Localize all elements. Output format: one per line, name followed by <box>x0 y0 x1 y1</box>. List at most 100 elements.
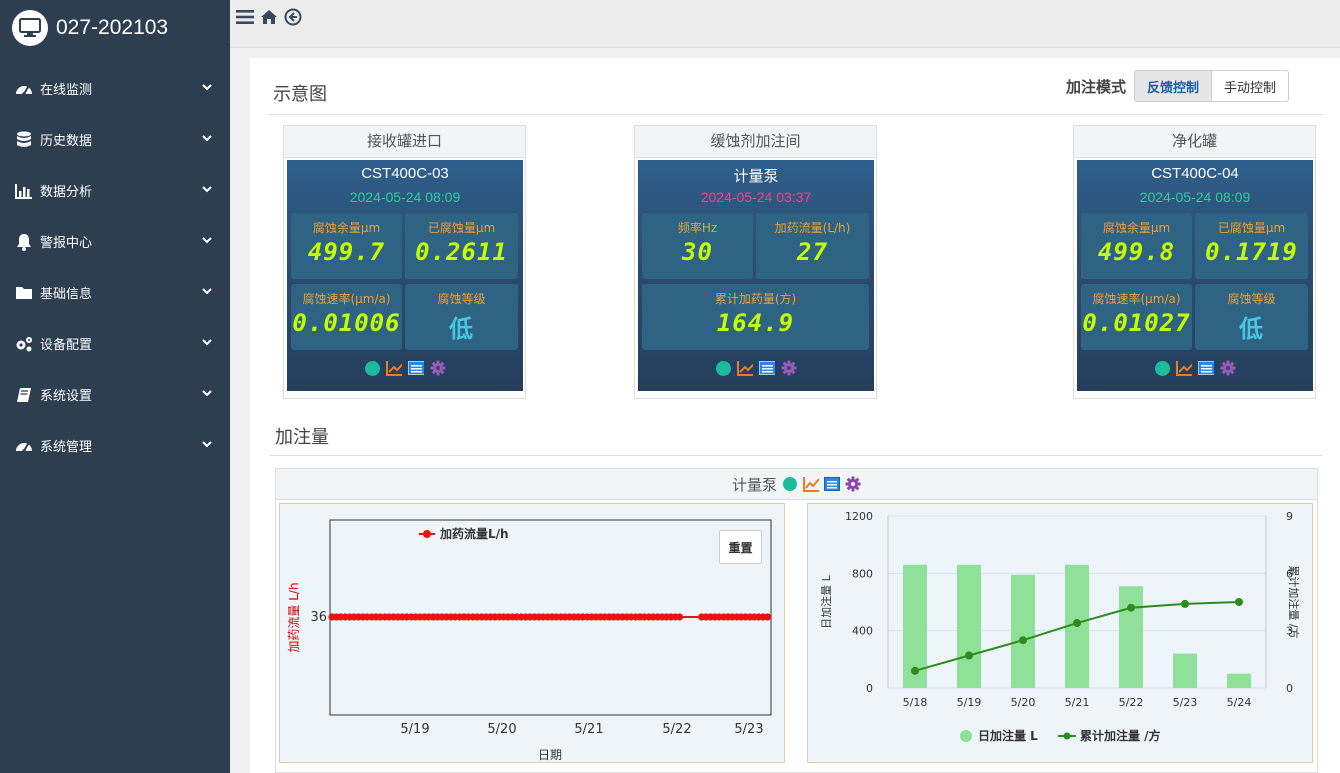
manual-control-button[interactable]: 手动控制 <box>1212 70 1290 102</box>
back-icon[interactable] <box>284 8 302 26</box>
metric-label: 腐蚀等级 <box>1227 292 1276 306</box>
settings-gear-icon[interactable] <box>845 476 861 492</box>
database-icon <box>14 131 34 149</box>
list-icon[interactable] <box>1198 360 1214 376</box>
list-icon[interactable] <box>759 360 775 376</box>
metric-value: 499.7 <box>307 238 386 266</box>
chevron-down-icon <box>202 83 212 94</box>
list-icon[interactable] <box>824 476 840 492</box>
chart-header: 计量泵 <box>276 469 1317 500</box>
metric-label: 腐蚀余量μm <box>1102 221 1171 235</box>
y2-axis-label: 累计加注量 /方 <box>1287 565 1301 638</box>
sidebar-item-7[interactable]: 系统管理 <box>0 420 230 471</box>
home-icon[interactable] <box>260 8 278 26</box>
dashboard-icon <box>14 437 34 455</box>
legend-marker <box>1063 732 1071 740</box>
y-axis-label: 加药流量 L/h <box>287 582 301 652</box>
sidebar-item-1[interactable]: 历史数据 <box>0 114 230 165</box>
trend-chart-icon[interactable] <box>1176 360 1192 376</box>
metric-value: 164.9 <box>716 309 795 337</box>
metric-cell: 腐蚀速率(μm/a) 0.01006 <box>291 284 402 350</box>
metric-label: 加药流量(L/h) <box>774 221 851 235</box>
y-axis-label: 日加注量 L <box>819 574 833 628</box>
bell-icon <box>14 233 34 251</box>
x-tick-label: 5/23 <box>1173 696 1198 709</box>
sidebar-item-label: 在线监测 <box>40 83 93 98</box>
bar <box>1119 586 1143 688</box>
device-card: CST400C-03 2024-05-24 08:09 腐蚀余量μm 499.7 已腐蚀… <box>287 160 523 391</box>
metric-cell: 腐蚀余量μm 499.7 <box>291 213 402 279</box>
device-actions <box>287 360 523 376</box>
bar <box>1173 653 1197 688</box>
sidebar: 027-202103 在线监测历史数据 数据分析警报中心基础信息设备配置系统设置系… <box>0 0 230 773</box>
app-title: 027-202103 <box>56 16 169 39</box>
metric-value: 499.8 <box>1097 238 1176 266</box>
flow-line-chart: 加药流量L/h 36 加药流量 L/h 5/19 5/20 5/21 5/22 5/23 日期 <box>287 519 772 762</box>
menu-toggle-icon[interactable] <box>236 8 254 26</box>
device-panel-2: 净化罐 CST400C-04 2024-05-24 08:09 腐蚀余量μm 499.8… <box>1073 125 1316 399</box>
metric-cell: 加药流量(L/h) 27 <box>756 213 869 279</box>
panel-header: 接收罐进口 <box>284 126 525 158</box>
feedback-control-button[interactable]: 反馈控制 <box>1134 70 1213 102</box>
sidebar-item-label: 警报中心 <box>40 236 93 251</box>
x-tick-label: 5/22 <box>1119 696 1144 709</box>
metric-cell: 已腐蚀量μm 0.2611 <box>405 213 518 279</box>
trend-chart-icon[interactable] <box>386 360 402 376</box>
x-tick-label: 5/20 <box>487 722 516 737</box>
sidebar-item-6[interactable]: 系统设置 <box>0 369 230 420</box>
device-name: CST400C-04 <box>1151 165 1239 182</box>
device-actions <box>1077 360 1313 376</box>
settings-gear-icon[interactable] <box>430 360 446 376</box>
sidebar-item-label: 系统管理 <box>40 440 93 455</box>
chevron-down-icon <box>202 185 212 196</box>
top-toolbar <box>230 0 1340 48</box>
cumulative-point <box>1181 599 1189 608</box>
trend-chart-icon[interactable] <box>803 476 819 492</box>
metric-value: 0.1719 <box>1205 238 1298 266</box>
metric-value: 低 <box>449 315 474 343</box>
sidebar-item-0[interactable]: 在线监测 <box>0 63 230 114</box>
trend-chart-icon[interactable] <box>737 360 753 376</box>
x-tick-label: 5/22 <box>662 722 691 737</box>
device-card: 计量泵 2024-05-24 03:37 频率Hz 30 加药流量(L/h) 27 累计加药… <box>638 160 874 391</box>
sidebar-item-4[interactable]: 基础信息 <box>0 267 230 318</box>
device-name: 计量泵 <box>733 168 779 185</box>
sidebar-item-label: 基础信息 <box>40 287 93 302</box>
y2-tick-label: 0 <box>1286 682 1293 695</box>
x-tick-label: 5/21 <box>1065 696 1090 709</box>
status-dot-icon <box>715 360 731 376</box>
sidebar-item-3[interactable]: 警报中心 <box>0 216 230 267</box>
chevron-down-icon <box>202 338 212 349</box>
settings-gear-icon[interactable] <box>1220 360 1236 376</box>
metric-value: 0.2611 <box>415 238 508 266</box>
metric-cell: 已腐蚀量μm 0.1719 <box>1195 213 1308 279</box>
monitor-icon <box>12 10 48 46</box>
reset-zoom-button[interactable]: 重置 <box>719 530 762 564</box>
metric-label: 腐蚀等级 <box>437 292 486 306</box>
chevron-down-icon <box>202 440 212 451</box>
mode-switch: 加注模式 反馈控制 手动控制 <box>1066 70 1290 102</box>
list-icon[interactable] <box>408 360 424 376</box>
metric-label: 腐蚀速率(μm/a) <box>1092 292 1181 306</box>
device-time: 2024-05-24 03:37 <box>700 189 812 205</box>
mode-label: 加注模式 <box>1066 77 1127 96</box>
x-tick-label: 5/19 <box>957 696 982 709</box>
device-panel-0: 接收罐进口 CST400C-03 2024-05-24 08:09 腐蚀余量μm 499… <box>283 125 526 399</box>
metric-label: 腐蚀速率(μm/a) <box>302 292 391 306</box>
y2-tick-label: 9 <box>1286 510 1293 523</box>
sidebar-item-label: 设备配置 <box>40 338 93 353</box>
data-point <box>676 613 684 621</box>
bar <box>957 564 981 688</box>
dashboard-icon <box>14 80 34 98</box>
status-dot-icon <box>1154 360 1170 376</box>
sidebar-item-5[interactable]: 设备配置 <box>0 318 230 369</box>
legend-label: 累计加注量 /方 <box>1080 728 1161 743</box>
metric-value: 0.01027 <box>1082 309 1191 337</box>
metric-label: 腐蚀余量μm <box>312 221 381 235</box>
sidebar-item-2[interactable]: 数据分析 <box>0 165 230 216</box>
dosing-title: 加注量 <box>275 427 329 447</box>
chevron-down-icon <box>202 134 212 145</box>
legend-marker <box>960 730 972 742</box>
settings-gear-icon[interactable] <box>781 360 797 376</box>
panel-header: 缓蚀剂加注间 <box>635 126 876 158</box>
